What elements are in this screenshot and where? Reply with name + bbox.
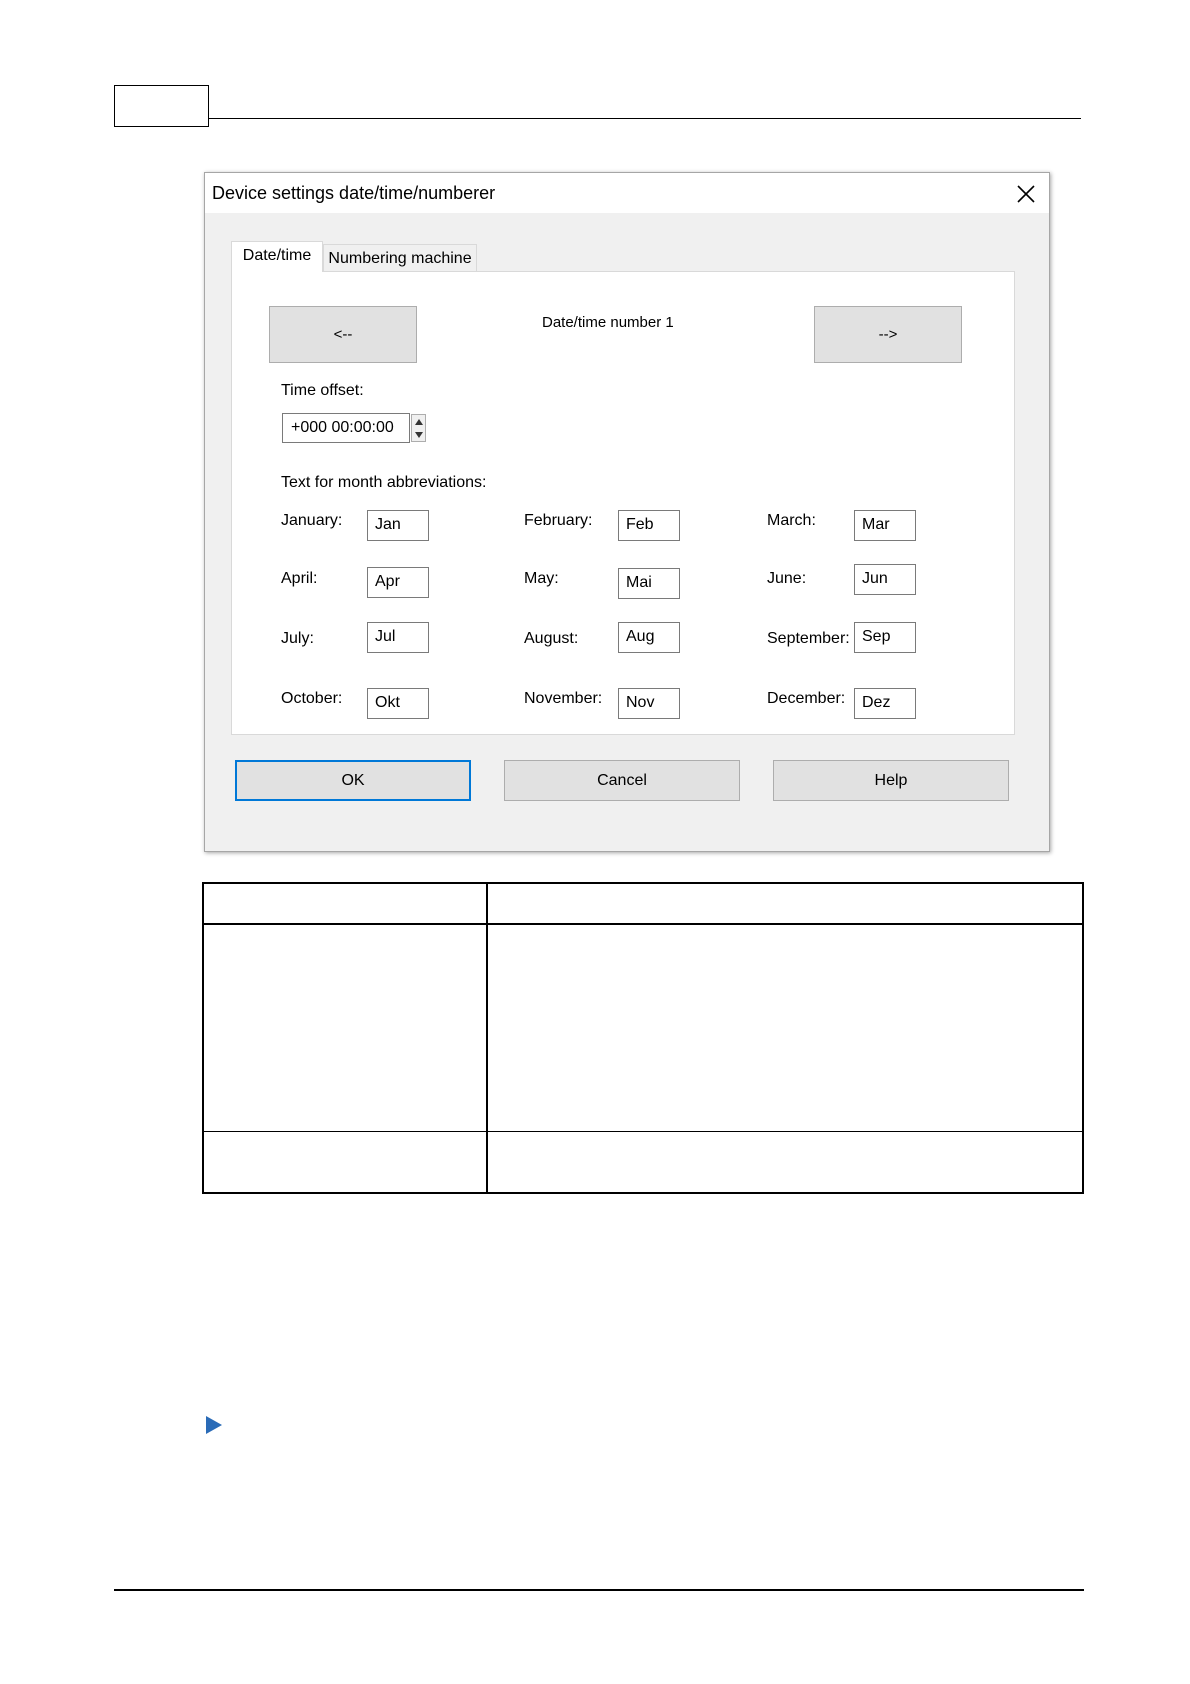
next-button[interactable]: --> bbox=[814, 306, 962, 363]
bullet-arrow-icon bbox=[206, 1416, 222, 1434]
month-label-september: September: bbox=[767, 630, 850, 647]
tab-date-time[interactable]: Date/time bbox=[231, 241, 323, 272]
month-label-february: February: bbox=[524, 512, 593, 529]
month-label-april: April: bbox=[281, 570, 318, 587]
ok-button-label: OK bbox=[341, 771, 365, 789]
tab-numbering-machine-label: Numbering machine bbox=[328, 250, 472, 267]
spin-up-icon bbox=[414, 418, 423, 425]
table-border-top bbox=[202, 882, 1084, 884]
device-settings-dialog: Device settings date/time/numberer Date/… bbox=[204, 172, 1050, 852]
cancel-button-label: Cancel bbox=[597, 771, 647, 789]
tab-date-time-label: Date/time bbox=[242, 247, 312, 264]
table-border-bottom bbox=[202, 1192, 1084, 1194]
table-header-rule bbox=[202, 923, 1084, 925]
cancel-button[interactable]: Cancel bbox=[504, 760, 740, 801]
previous-button[interactable]: <-- bbox=[269, 306, 417, 363]
month-label-may: May: bbox=[524, 570, 559, 587]
month-field-november[interactable]: Nov bbox=[618, 688, 680, 719]
month-field-june[interactable]: Jun bbox=[854, 564, 916, 595]
spin-down-icon bbox=[414, 431, 423, 438]
spin-down-button[interactable] bbox=[412, 428, 425, 441]
help-button[interactable]: Help bbox=[773, 760, 1009, 801]
month-field-september[interactable]: Sep bbox=[854, 622, 916, 653]
header-rule bbox=[209, 118, 1081, 119]
description-table bbox=[202, 882, 1084, 1194]
ok-button[interactable]: OK bbox=[235, 760, 471, 801]
month-label-november: November: bbox=[524, 690, 603, 707]
month-label-august: August: bbox=[524, 630, 579, 647]
month-label-january: January: bbox=[281, 512, 343, 529]
month-field-january[interactable]: Jan bbox=[367, 510, 429, 541]
month-field-february[interactable]: Feb bbox=[618, 510, 680, 541]
next-button-label: --> bbox=[878, 326, 898, 343]
month-label-march: March: bbox=[767, 512, 816, 529]
dialog-titlebar: Device settings date/time/numberer bbox=[205, 173, 1049, 213]
help-button-label: Help bbox=[874, 771, 908, 789]
month-label-july: July: bbox=[281, 630, 314, 647]
month-field-october[interactable]: Okt bbox=[367, 688, 429, 719]
table-border-right bbox=[1082, 882, 1084, 1194]
table-column-rule bbox=[486, 882, 488, 1194]
month-field-march[interactable]: Mar bbox=[854, 510, 916, 541]
date-time-panel: <-- Date/time number 1 --> Time offset: … bbox=[231, 271, 1015, 735]
close-button[interactable] bbox=[1011, 179, 1041, 209]
page-number-box bbox=[114, 85, 209, 127]
month-abbreviations-heading: Text for month abbreviations: bbox=[281, 474, 487, 491]
month-field-december[interactable]: Dez bbox=[854, 688, 916, 719]
table-border-left bbox=[202, 882, 204, 1194]
month-field-may[interactable]: Mai bbox=[618, 568, 680, 599]
month-label-june: June: bbox=[767, 570, 807, 587]
previous-button-label: <-- bbox=[333, 326, 353, 343]
month-field-july[interactable]: Jul bbox=[367, 622, 429, 653]
dialog-title: Device settings date/time/numberer bbox=[212, 183, 496, 203]
month-label-december: December: bbox=[767, 690, 846, 707]
time-offset-spinner bbox=[411, 414, 426, 442]
footer-rule bbox=[114, 1589, 1084, 1591]
date-time-number-label: Date/time number 1 bbox=[542, 314, 674, 331]
tab-numbering-machine[interactable]: Numbering machine bbox=[323, 244, 477, 272]
month-field-august[interactable]: Aug bbox=[618, 622, 680, 653]
table-row-rule bbox=[202, 1131, 1084, 1132]
month-field-april[interactable]: Apr bbox=[367, 567, 429, 598]
time-offset-label: Time offset: bbox=[281, 382, 364, 399]
time-offset-input[interactable]: +000 00:00:00 bbox=[282, 413, 410, 443]
close-icon bbox=[1017, 185, 1035, 203]
spin-up-button[interactable] bbox=[412, 415, 425, 428]
month-label-october: October: bbox=[281, 690, 343, 707]
